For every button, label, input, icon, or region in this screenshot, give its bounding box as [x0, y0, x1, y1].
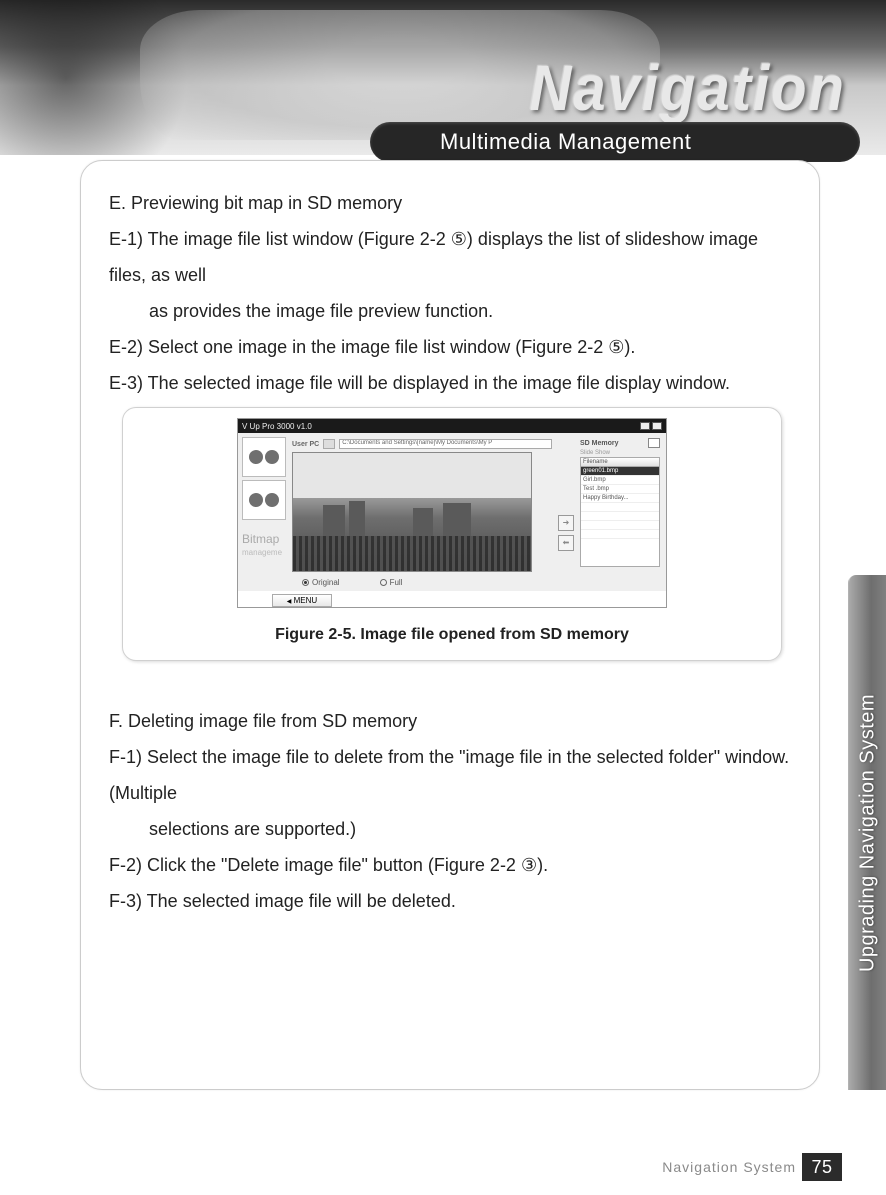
page-number: 75: [802, 1153, 842, 1181]
file-row: Girl.bmp: [581, 476, 659, 485]
circle-icon: [249, 493, 263, 507]
window-min-icon: [640, 422, 650, 430]
slide-label: Slide Show: [580, 450, 660, 457]
step-f3: F-3) The selected image file will be del…: [109, 883, 795, 919]
step-f2: F-2) Click the "Delete image file" butto…: [109, 847, 795, 883]
section-e-heading: E. Previewing bit map in SD memory: [109, 185, 795, 221]
circle-icon: [249, 450, 263, 464]
file-row: [581, 530, 659, 539]
app-screenshot: V Up Pro 3000 v1.0: [237, 418, 667, 608]
radio-icon: [302, 579, 309, 586]
image-preview: [292, 452, 532, 572]
app-view-options: Original Full: [292, 572, 552, 589]
figure-caption: Figure 2-5. Image file opened from SD me…: [133, 608, 771, 644]
app-left-toolbar: Bitmap manageme: [242, 437, 286, 589]
path-field: C:\Documents and Settings\[name]\My Docu…: [339, 439, 552, 449]
figure-frame: V Up Pro 3000 v1.0: [122, 407, 782, 661]
section-f-heading: F. Deleting image file from SD memory: [109, 703, 795, 739]
bitmap-label-top: Bitmap: [242, 532, 279, 546]
app-right-pane: SD Memory Slide Show Filename green01.bm…: [580, 437, 660, 589]
radio-full: Full: [380, 578, 403, 587]
file-header: Filename: [581, 458, 659, 467]
transfer-arrows: ➜ ⬅: [558, 437, 574, 589]
app-center-pane: User PC C:\Documents and Settings\[name]…: [292, 437, 552, 589]
side-tab-text: Upgrading Navigation System: [856, 693, 879, 971]
file-row: [581, 512, 659, 521]
app-titlebar: V Up Pro 3000 v1.0: [238, 419, 666, 433]
step-e2: E-2) Select one image in the image file …: [109, 329, 795, 365]
page-footer: Navigation System 75: [662, 1153, 842, 1181]
circle-icon: [265, 450, 279, 464]
file-row: [581, 521, 659, 530]
body-text: E. Previewing bit map in SD memory E-1) …: [109, 185, 795, 401]
bitmap-label-sub: manageme: [242, 548, 282, 557]
app-title-text: V Up Pro 3000 v1.0: [242, 422, 312, 431]
file-row: Happy Birthday...: [581, 494, 659, 503]
side-tab: Upgrading Navigation System: [848, 575, 886, 1090]
section-pill: Multimedia Management: [370, 122, 860, 162]
app-path-row: User PC C:\Documents and Settings\[name]…: [292, 437, 552, 452]
menu-button: ◀ MENU: [272, 594, 332, 607]
footer-label: Navigation System: [662, 1159, 796, 1175]
radio-original: Original: [302, 578, 340, 587]
step-e1-line1: E-1) The image file list window (Figure …: [109, 221, 795, 293]
app-body: Bitmap manageme User PC C:\Documents and…: [238, 433, 666, 591]
radio-icon: [380, 579, 387, 586]
body-text-f: F. Deleting image file from SD memory F-…: [109, 675, 795, 919]
file-row-selected: green01.bmp: [581, 467, 659, 476]
preview-shape: [293, 536, 531, 571]
monitor-icon: [323, 439, 335, 449]
circle-icon: [265, 493, 279, 507]
file-row: Test .bmp: [581, 485, 659, 494]
arrow-right-icon: ➜: [558, 515, 574, 531]
step-f1-line1: F-1) Select the image file to delete fro…: [109, 739, 795, 811]
app-tile-1: [242, 437, 286, 477]
user-pc-label: User PC: [292, 441, 319, 448]
content-card: E. Previewing bit map in SD memory E-1) …: [80, 160, 820, 1090]
sd-card-icon: [648, 438, 660, 448]
file-row: [581, 503, 659, 512]
window-close-icon: [652, 422, 662, 430]
file-table: Filename green01.bmp Girl.bmp Test .bmp …: [580, 457, 660, 567]
step-e1-line2: as provides the image file preview funct…: [109, 293, 795, 329]
sd-header: SD Memory: [580, 437, 660, 450]
step-e3: E-3) The selected image file will be dis…: [109, 365, 795, 401]
header-title: Navigation: [530, 52, 847, 126]
bitmap-label: Bitmap manageme: [242, 523, 286, 557]
arrow-left-icon: ⬅: [558, 535, 574, 551]
app-tile-2: [242, 480, 286, 520]
sd-label: SD Memory: [580, 440, 619, 447]
step-f1-line2: selections are supported.): [109, 811, 795, 847]
